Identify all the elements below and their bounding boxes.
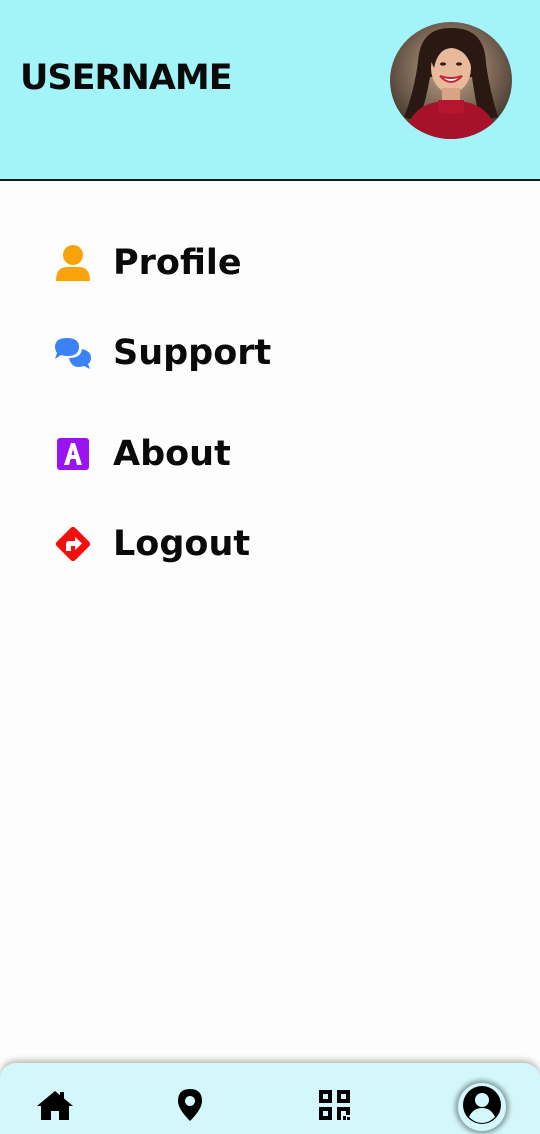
menu-item-about[interactable]: About xyxy=(44,426,484,482)
about-badge-icon xyxy=(44,426,102,482)
avatar-photo xyxy=(390,22,512,139)
username: USERNAME xyxy=(20,58,233,98)
menu-item-label: About xyxy=(113,434,231,474)
account-circle-icon xyxy=(462,1085,502,1130)
chat-bubbles-icon xyxy=(44,325,102,381)
home-icon xyxy=(36,1089,74,1126)
nav-qr[interactable] xyxy=(311,1083,359,1131)
qr-code-icon xyxy=(318,1089,352,1126)
nav-account[interactable] xyxy=(458,1083,506,1131)
menu-item-support[interactable]: Support xyxy=(44,325,484,381)
bottom-nav xyxy=(0,1063,540,1134)
nav-map[interactable] xyxy=(166,1083,214,1131)
avatar[interactable] xyxy=(390,22,512,139)
menu-item-logout[interactable]: Logout xyxy=(44,516,484,572)
user-icon xyxy=(44,235,102,291)
menu-item-label: Profile xyxy=(113,243,242,283)
menu-item-label: Support xyxy=(113,333,272,373)
header: USERNAME xyxy=(0,0,540,181)
logout-diamond-icon xyxy=(44,516,102,572)
menu-item-profile[interactable]: Profile xyxy=(44,235,484,291)
nav-home[interactable] xyxy=(31,1083,79,1131)
map-pin-icon xyxy=(177,1088,203,1127)
menu-item-label: Logout xyxy=(113,524,251,564)
